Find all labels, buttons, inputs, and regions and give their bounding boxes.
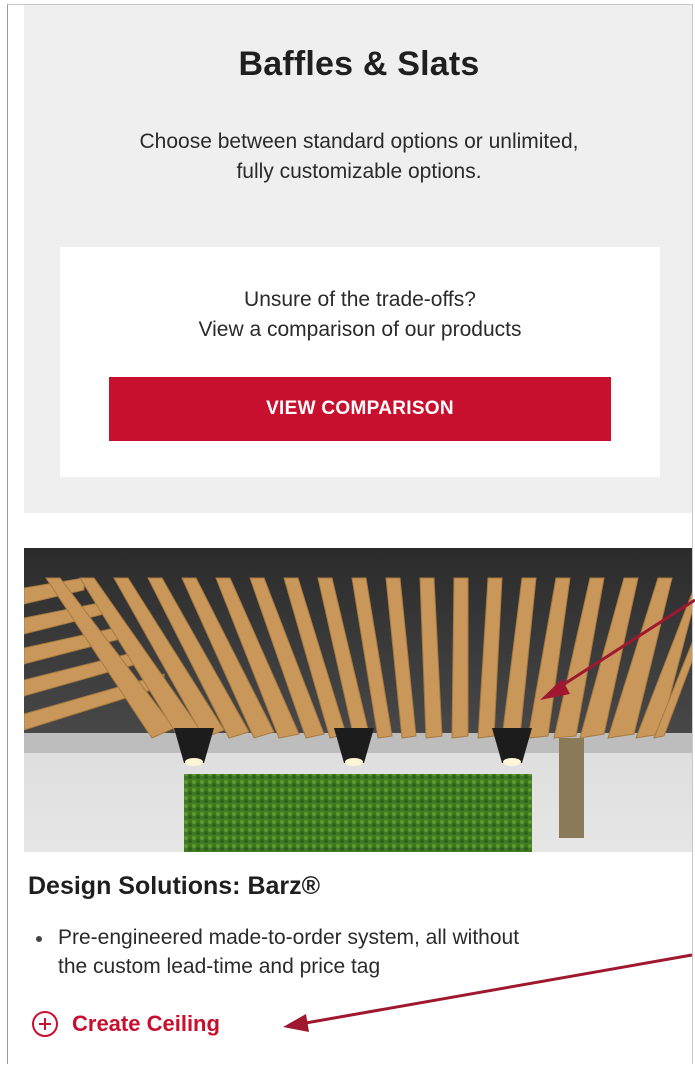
plus-circle-icon [32, 1011, 58, 1037]
comparison-line2: View a comparison of our products [198, 318, 522, 341]
feature-line2: the custom lead-time and price tag [58, 955, 381, 978]
ceiling-slats-photo [24, 548, 692, 852]
product-title: Design Solutions: Barz® [28, 872, 321, 900]
page-frame: Baffles & Slats Choose between standard … [7, 4, 693, 1064]
comparison-line1: Unsure of the trade-offs? [244, 288, 476, 311]
view-comparison-button[interactable]: VIEW COMPARISON [109, 377, 611, 441]
hero-section: Baffles & Slats Choose between standard … [24, 5, 692, 513]
feature-line1: Pre-engineered made-to-order system, all… [58, 926, 520, 949]
create-ceiling-link[interactable]: Create Ceiling [32, 1011, 220, 1037]
create-ceiling-label: Create Ceiling [72, 1011, 220, 1036]
feature-list: Pre-engineered made-to-order system, all… [34, 923, 674, 981]
list-item: Pre-engineered made-to-order system, all… [34, 923, 674, 981]
comparison-prompt: Unsure of the trade-offs? View a compari… [60, 285, 660, 345]
hero-subtitle: Choose between standard options or unlim… [94, 127, 624, 187]
hero-subtitle-line1: Choose between standard options or unlim… [139, 130, 579, 153]
page-title: Baffles & Slats [238, 45, 480, 83]
hero-subtitle-line2: fully customizable options. [236, 160, 482, 183]
product-image [24, 548, 692, 852]
comparison-card: Unsure of the trade-offs? View a compari… [60, 247, 660, 477]
